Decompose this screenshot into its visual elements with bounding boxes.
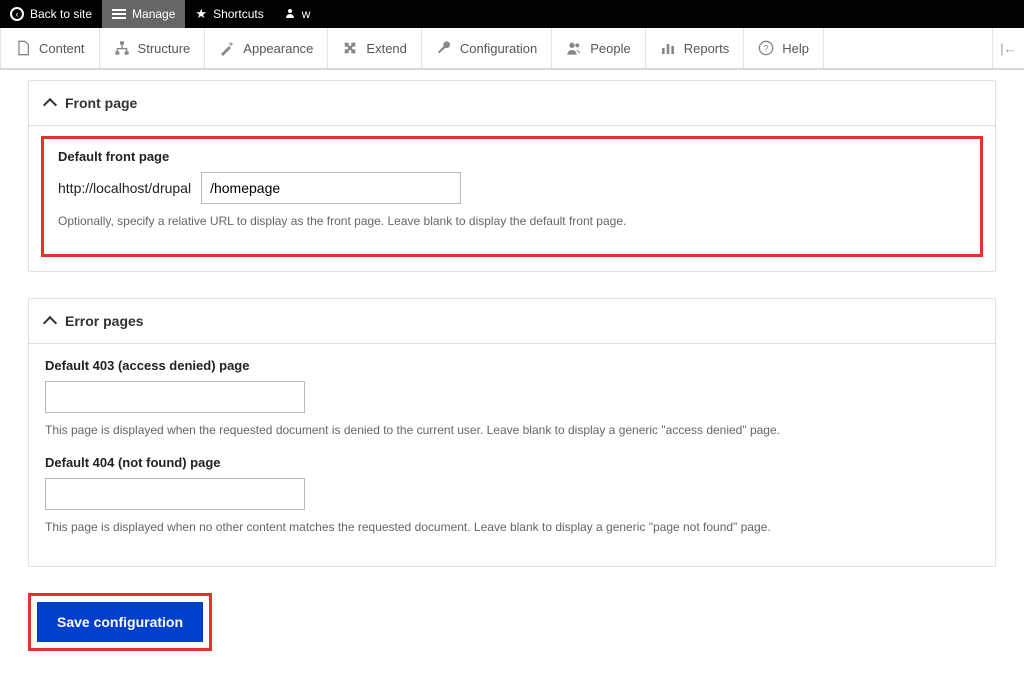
error-404-input[interactable] (45, 478, 305, 510)
file-icon (15, 40, 31, 56)
svg-text:?: ? (764, 43, 769, 53)
user-menu[interactable]: w (274, 0, 321, 28)
save-button-highlight: Save configuration (28, 593, 212, 651)
back-to-site-label: Back to site (30, 7, 92, 21)
shortcuts-link[interactable]: ★ Shortcuts (185, 0, 273, 28)
front-page-panel-header[interactable]: Front page (29, 81, 995, 126)
admin-menu-bar: Content Structure Appearance Extend Conf… (0, 28, 1024, 70)
error-404-field-label: Default 404 (not found) page (45, 455, 979, 470)
user-icon (284, 7, 296, 22)
menu-label: Configuration (460, 41, 537, 56)
bar-chart-icon (660, 40, 676, 56)
manage-label: Manage (132, 7, 175, 21)
help-icon: ? (758, 40, 774, 56)
admin-menu-help[interactable]: ? Help (744, 28, 824, 68)
shortcuts-label: Shortcuts (213, 7, 264, 21)
error-403-help-text: This page is displayed when the requeste… (45, 423, 979, 437)
error-pages-panel: Error pages Default 403 (access denied) … (28, 298, 996, 567)
error-403-field-label: Default 403 (access denied) page (45, 358, 979, 373)
menu-label: Help (782, 41, 809, 56)
collapse-toolbar-button[interactable]: |← (992, 28, 1024, 68)
menu-label: Reports (684, 41, 730, 56)
wrench-icon (436, 40, 452, 56)
page-content: Front page Default front page http://loc… (0, 70, 1024, 691)
admin-menu-structure[interactable]: Structure (100, 28, 206, 68)
front-page-help-text: Optionally, specify a relative URL to di… (58, 214, 966, 228)
error-pages-title: Error pages (65, 313, 144, 329)
admin-menu-configuration[interactable]: Configuration (422, 28, 552, 68)
star-icon: ★ (195, 6, 207, 22)
front-page-url-prefix: http://localhost/drupal (58, 180, 191, 196)
front-page-highlight: Default front page http://localhost/drup… (41, 136, 983, 257)
menu-label: People (590, 41, 630, 56)
menu-label: Appearance (243, 41, 313, 56)
admin-menu-extend[interactable]: Extend (328, 28, 421, 68)
menu-label: Extend (366, 41, 406, 56)
chevron-up-icon (43, 98, 57, 112)
admin-menu-appearance[interactable]: Appearance (205, 28, 328, 68)
admin-menu-content[interactable]: Content (0, 28, 100, 68)
manage-toggle[interactable]: Manage (102, 0, 185, 28)
wand-icon (219, 40, 235, 56)
people-icon (566, 40, 582, 56)
user-label: w (302, 7, 311, 21)
chevron-up-icon (43, 316, 57, 330)
error-403-input[interactable] (45, 381, 305, 413)
menu-label: Structure (138, 41, 191, 56)
collapse-icon: |← (1000, 41, 1016, 56)
error-pages-panel-header[interactable]: Error pages (29, 299, 995, 344)
front-page-title: Front page (65, 95, 137, 111)
save-configuration-button[interactable]: Save configuration (37, 602, 203, 642)
puzzle-icon (342, 40, 358, 56)
front-page-panel: Front page Default front page http://loc… (28, 80, 996, 272)
admin-menu-people[interactable]: People (552, 28, 645, 68)
menu-label: Content (39, 41, 85, 56)
front-page-input[interactable] (201, 172, 461, 204)
chevron-left-icon: ‹ (10, 7, 24, 21)
error-404-help-text: This page is displayed when no other con… (45, 520, 979, 534)
hamburger-icon (112, 9, 126, 19)
back-to-site-link[interactable]: ‹ Back to site (0, 0, 102, 28)
toolbar-top: ‹ Back to site Manage ★ Shortcuts w (0, 0, 1024, 28)
front-page-field-label: Default front page (58, 149, 966, 164)
sitemap-icon (114, 40, 130, 56)
admin-menu-reports[interactable]: Reports (646, 28, 745, 68)
